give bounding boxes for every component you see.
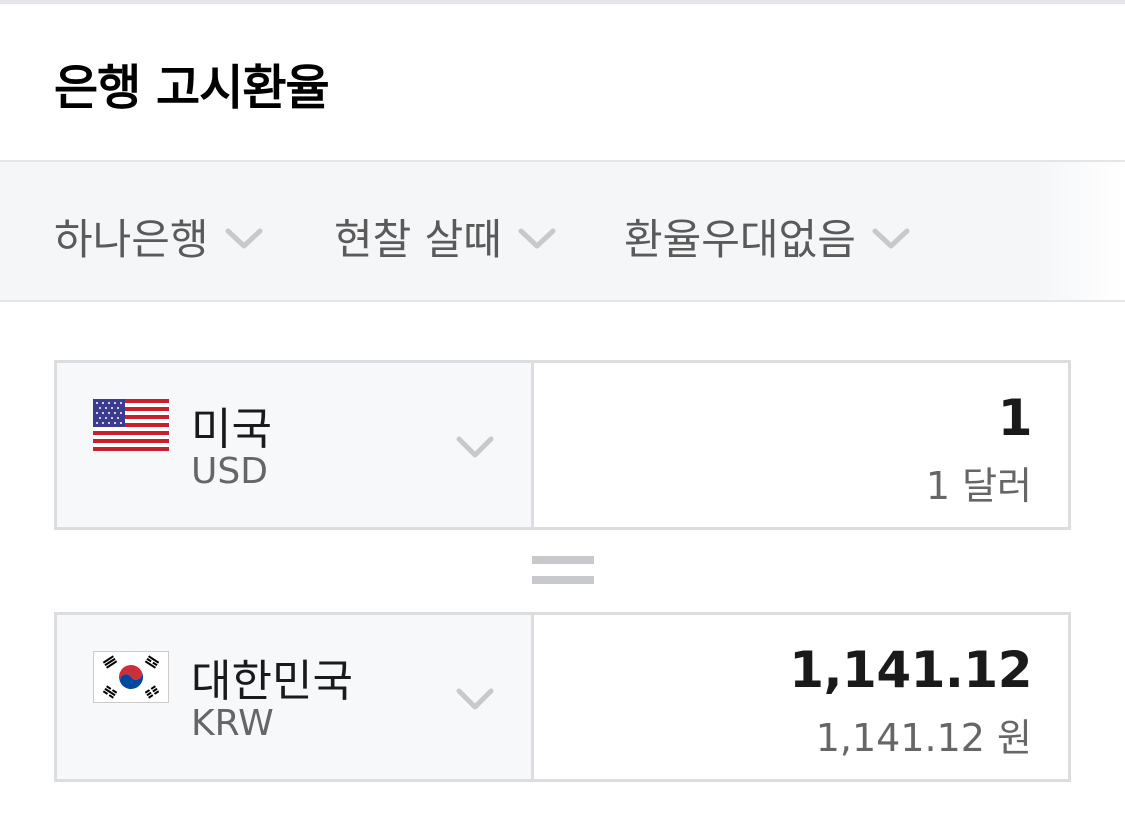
bank-filter-dropdown[interactable]: 하나은행 xyxy=(54,206,263,267)
from-currency-row: 미국 USD 1 1 달러 xyxy=(54,360,1071,530)
chevron-down-icon xyxy=(518,228,556,248)
chevron-down-icon xyxy=(225,228,263,248)
chevron-down-icon xyxy=(456,436,494,458)
equals-icon xyxy=(532,556,594,588)
from-amount-value: 1 xyxy=(997,389,1033,447)
chevron-down-icon xyxy=(872,228,910,248)
from-amount-text: 1 달러 xyxy=(925,464,1032,508)
kr-flag-icon xyxy=(93,651,169,703)
from-currency-code: USD xyxy=(191,451,268,492)
to-amount-input[interactable]: 1,141.12 1,141.12 원 xyxy=(534,615,1068,779)
to-currency-row: 대한민국 KRW 1,141.12 1,141.12 원 xyxy=(54,612,1071,782)
to-amount-value: 1,141.12 xyxy=(789,641,1032,699)
discount-filter-dropdown[interactable]: 환율우대없음 xyxy=(624,206,910,267)
to-country-name: 대한민국 xyxy=(191,656,353,707)
to-amount-text: 1,141.12 원 xyxy=(815,716,1032,760)
filter-bar: 하나은행 현찰 살때 환율우대없음 xyxy=(0,160,1125,302)
top-divider xyxy=(0,0,1125,4)
rate-type-filter-label: 현찰 살때 xyxy=(334,215,502,264)
page-title: 은행 고시환율 xyxy=(54,60,330,116)
bank-filter-label: 하나은행 xyxy=(54,215,209,264)
discount-filter-label: 환율우대없음 xyxy=(624,215,856,264)
chevron-down-icon xyxy=(456,688,494,710)
from-amount-input[interactable]: 1 1 달러 xyxy=(534,363,1068,527)
to-currency-select[interactable]: 대한민국 KRW xyxy=(57,615,534,779)
to-currency-code: KRW xyxy=(191,703,274,744)
from-currency-select[interactable]: 미국 USD xyxy=(57,363,534,527)
from-country-name: 미국 xyxy=(191,404,272,455)
scroll-fade xyxy=(1035,162,1125,300)
rate-type-filter-dropdown[interactable]: 현찰 살때 xyxy=(334,206,556,267)
us-flag-icon xyxy=(93,399,169,451)
